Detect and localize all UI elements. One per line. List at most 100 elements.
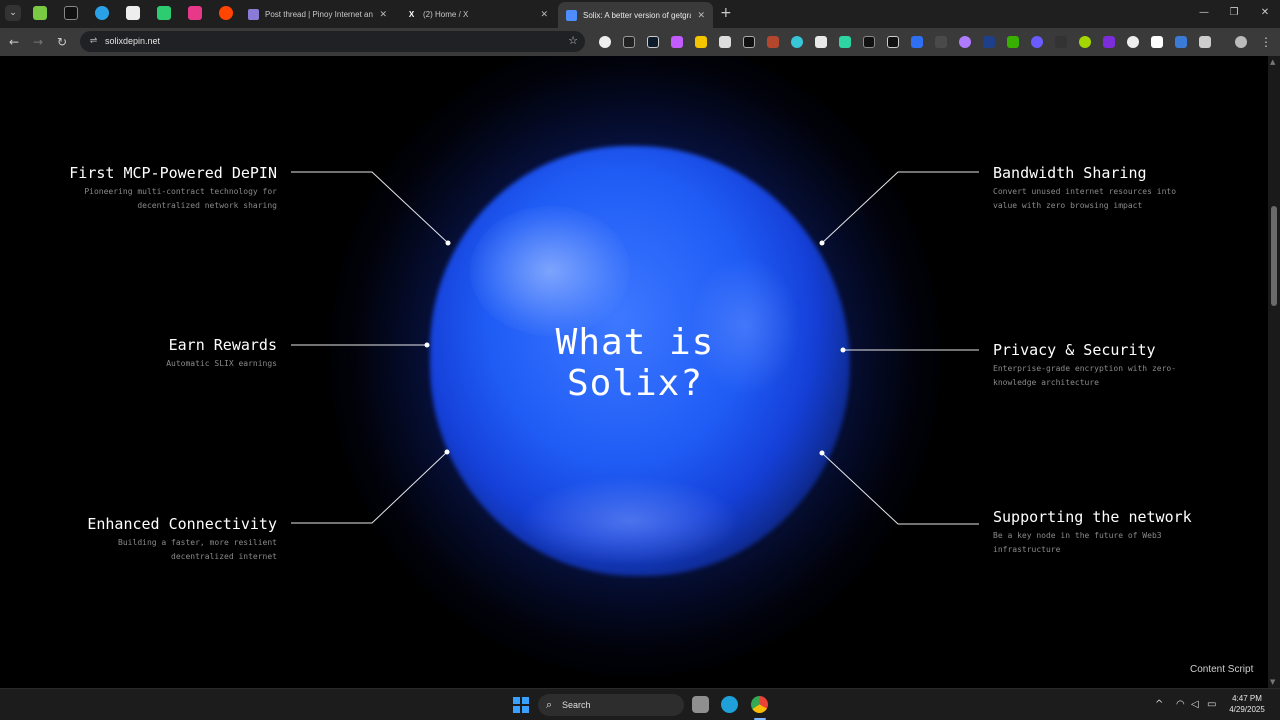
chrome-browser-icon[interactable] [751, 696, 768, 713]
feature-title: Earn Rewards [168, 336, 277, 354]
close-tab-icon[interactable]: ✕ [379, 9, 387, 20]
extensions-puzzle-icon[interactable] [1199, 36, 1211, 48]
scroll-thumb[interactable] [1271, 206, 1277, 306]
feature-enhanced-connectivity: Enhanced Connectivity Building a faster,… [87, 515, 277, 563]
extension-icon[interactable] [983, 36, 995, 48]
solix-logo-icon [566, 9, 577, 21]
extension-icon[interactable] [623, 36, 635, 48]
feature-desc-line: Building a faster, more resilient [118, 538, 277, 547]
forum-icon [248, 8, 259, 20]
feature-desc-line: Enterprise-grade encryption with zero- [993, 364, 1177, 373]
menu-kebab-icon[interactable]: ⋮ [1258, 34, 1274, 50]
pinned-tab-telegram-icon[interactable] [95, 6, 109, 20]
extension-icon[interactable] [815, 36, 827, 48]
close-tab-icon[interactable]: ✕ [540, 9, 548, 20]
site-info-icon[interactable]: ⇌ [87, 35, 100, 48]
extension-icon[interactable] [671, 36, 683, 48]
extension-icon[interactable] [839, 36, 851, 48]
tab-search-button[interactable]: ⌄ [5, 5, 21, 21]
windows-taskbar: ⌕ Search ^ ◠ ◁ ▭ 4:47 PM 4/29/2025 [0, 688, 1280, 720]
feature-title: Supporting the network [993, 508, 1192, 526]
address-bar[interactable]: ⇌ solixdepin.net ☆ [80, 31, 585, 52]
bookmark-star-icon[interactable]: ☆ [568, 34, 578, 47]
windows-start-button[interactable] [513, 697, 529, 713]
feature-desc-line: Automatic SLIX earnings [166, 359, 277, 368]
scroll-down-arrow-icon[interactable]: ▼ [1270, 678, 1275, 686]
feature-desc-line: value with zero browsing impact [993, 200, 1143, 210]
new-tab-button[interactable]: + [720, 5, 732, 21]
hero-title-line: What is [555, 322, 715, 363]
extension-icon[interactable] [959, 36, 971, 48]
content-script-label: Content Script [1190, 664, 1254, 675]
extension-icon[interactable] [1055, 36, 1067, 48]
url-text[interactable]: solixdepin.net [105, 36, 160, 46]
back-button[interactable]: ← [6, 34, 22, 50]
feature-desc-line: knowledge architecture [993, 377, 1099, 387]
forward-button[interactable]: → [30, 34, 46, 50]
browser-tab-strip: ⌄ Post thread | Pinoy Internet and ✕ X (… [0, 0, 1280, 28]
extension-icon[interactable] [647, 36, 659, 48]
extension-icon[interactable] [1031, 36, 1043, 48]
hero-title-line: Solix? [566, 363, 704, 404]
pinned-tab-leaf-icon[interactable] [33, 6, 47, 20]
feature-description: Automatic SLIX earnings [166, 357, 277, 371]
volume-icon[interactable]: ◁ [1191, 698, 1199, 712]
wifi-icon[interactable]: ◠ [1176, 698, 1185, 712]
connector-dot [444, 449, 450, 455]
connector-line [821, 452, 979, 525]
battery-icon[interactable]: ▭ [1207, 698, 1216, 712]
tab-pinoy-forum[interactable]: Post thread | Pinoy Internet and ✕ [240, 3, 395, 25]
connector-line [821, 171, 979, 244]
extension-icon[interactable] [695, 36, 707, 48]
pinned-tab-reddit-icon[interactable] [219, 6, 233, 20]
extension-icon[interactable] [887, 36, 899, 48]
extension-icon[interactable] [1151, 36, 1163, 48]
minimize-button[interactable]: — [1189, 5, 1219, 21]
extension-icon[interactable] [719, 36, 731, 48]
extension-icon[interactable] [767, 36, 779, 48]
extension-icon[interactable] [1007, 36, 1019, 48]
extension-icon[interactable] [1127, 36, 1139, 48]
pinned-tab-app-icon[interactable] [188, 6, 202, 20]
tray-overflow-chevron-icon[interactable]: ^ [1155, 698, 1163, 712]
extension-icon[interactable] [791, 36, 803, 48]
extension-icon[interactable] [599, 36, 611, 48]
scroll-up-arrow-icon[interactable]: ▲ [1270, 58, 1275, 66]
feature-description: Convert unused internet resources into v… [993, 185, 1176, 212]
extension-icon[interactable] [743, 36, 755, 48]
extension-icon[interactable] [1079, 36, 1091, 48]
pinned-tab-page-icon[interactable] [126, 6, 140, 20]
pinned-tab-t-icon[interactable] [64, 6, 78, 20]
tab-label: (2) Home / X [423, 9, 469, 19]
connector-dot [424, 342, 430, 348]
tab-solix[interactable]: Solix: A better version of getgra ✕ [558, 2, 713, 28]
close-tab-icon[interactable]: ✕ [697, 10, 705, 21]
taskbar-search-label: Search [562, 700, 591, 710]
extension-icon[interactable] [935, 36, 947, 48]
feature-desc-line: infrastructure [993, 544, 1061, 554]
reload-button[interactable]: ↻ [54, 34, 70, 50]
extension-icon[interactable] [1103, 36, 1115, 48]
pinned-tab-play-icon[interactable] [157, 6, 171, 20]
browser-toolbar: ← → ↻ ⇌ solixdepin.net ☆ ⋮ [0, 28, 1280, 56]
extension-icon[interactable] [1175, 36, 1187, 48]
taskbar-search-box[interactable]: ⌕ Search [538, 694, 684, 716]
page-scrollbar[interactable]: ▲ ▼ [1268, 56, 1280, 688]
edge-browser-icon[interactable] [721, 696, 738, 713]
feature-title: First MCP-Powered DePIN [69, 164, 277, 182]
tab-label: Solix: A better version of getgra [583, 10, 692, 20]
tab-x-home[interactable]: X (2) Home / X ✕ [398, 3, 556, 25]
taskbar-clock[interactable]: 4:47 PM 4/29/2025 [1222, 693, 1272, 715]
feature-desc-line: decentralized internet [171, 551, 277, 561]
connector-dot [819, 450, 825, 456]
feature-description: Be a key node in the future of Web3 infr… [993, 529, 1192, 556]
close-window-button[interactable]: ✕ [1250, 5, 1280, 21]
extension-icon[interactable] [863, 36, 875, 48]
maximize-button[interactable]: ❐ [1219, 5, 1249, 21]
search-icon: ⌕ [546, 698, 553, 711]
extension-icon[interactable] [911, 36, 923, 48]
feature-mcp-depin: First MCP-Powered DePIN Pioneering multi… [69, 164, 277, 212]
file-explorer-icon[interactable] [692, 696, 709, 713]
feature-description: Pioneering multi-contract technology for… [69, 185, 277, 212]
profile-avatar-icon[interactable] [1235, 36, 1247, 48]
